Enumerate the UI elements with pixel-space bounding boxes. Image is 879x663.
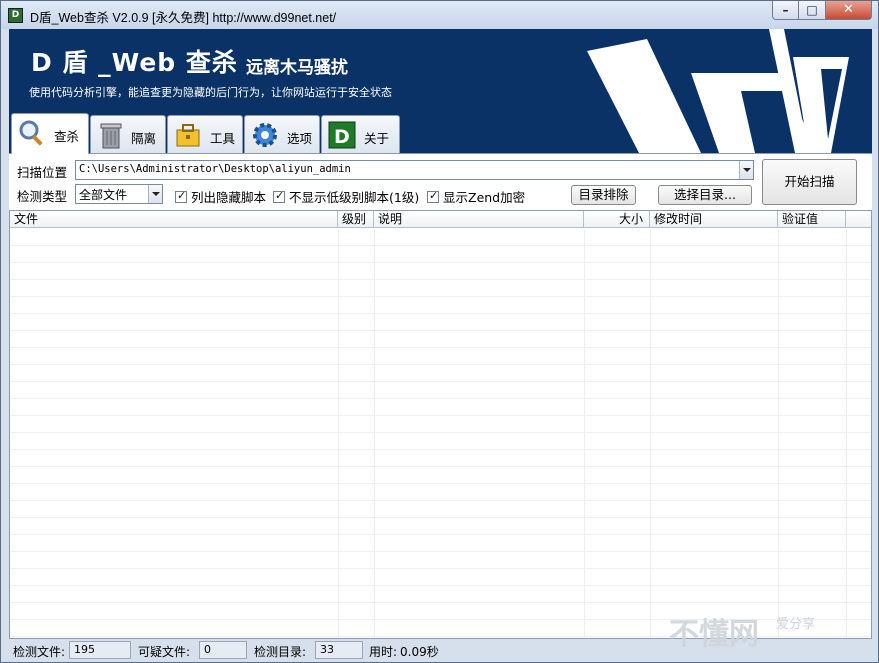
status-time-value: 0.09秒 (400, 645, 439, 659)
column-divider (584, 229, 585, 638)
minimize-button[interactable]: – (772, 1, 799, 20)
column-header-modified[interactable]: 修改时间 (650, 211, 778, 228)
scan-type-value: 全部文件 (79, 188, 128, 202)
column-header-level[interactable]: 级别 (338, 211, 374, 228)
d-logo-icon: D (328, 121, 356, 149)
tab-scan[interactable]: 查杀 (11, 113, 89, 154)
scan-path-label: 扫描位置 (17, 165, 68, 180)
checkmark-icon: ✓ (429, 188, 439, 202)
watermark-small: 爱分享 (776, 617, 816, 632)
checkbox-box[interactable]: ✓ (175, 188, 187, 203)
checkbox-list-hidden[interactable]: ✓ 列出隐藏脚本 (175, 187, 266, 206)
maximize-icon: □ (806, 3, 818, 17)
checkmark-icon: ✓ (177, 188, 187, 202)
results-table[interactable]: 文件 级别 说明 大小 修改时间 验证值 (9, 210, 872, 639)
chevron-down-icon[interactable] (148, 185, 162, 203)
status-dirs-value: 33 (315, 641, 363, 659)
checkbox-list-hidden-label: 列出隐藏脚本 (191, 190, 267, 205)
tab-scan-label: 查杀 (54, 129, 80, 144)
checkmark-icon: ✓ (275, 188, 285, 202)
title-bar[interactable]: D D盾_Web查杀 V2.0.9 [永久免费] http://www.d99n… (1, 1, 878, 29)
status-suspicious-value: 0 (199, 641, 247, 659)
minimize-icon: – (782, 3, 789, 17)
column-header-hash[interactable]: 验证值 (778, 211, 846, 228)
scan-type-select[interactable]: 全部文件 (75, 184, 163, 204)
status-files-value: 195 (69, 641, 131, 659)
scan-type-label: 检测类型 (17, 189, 68, 204)
checkbox-show-zend-label: 显示Zend加密 (443, 190, 526, 205)
status-time-label: 用时: (369, 645, 398, 659)
tab-about[interactable]: D 关于 (321, 115, 400, 153)
magnifier-icon (19, 120, 43, 146)
checkbox-hide-lowlevel-label: 不显示低级别脚本(1级) (289, 190, 420, 205)
tab-tools-label: 工具 (210, 131, 236, 146)
svg-text:D: D (334, 126, 350, 148)
column-header-size[interactable]: 大小 (584, 211, 650, 228)
status-suspicious-label: 可疑文件: (138, 645, 191, 659)
app-window: D D盾_Web查杀 V2.0.9 [永久免费] http://www.d99n… (0, 0, 879, 663)
checkbox-hide-lowlevel[interactable]: ✓ 不显示低级别脚本(1级) (273, 187, 419, 206)
column-divider (650, 229, 651, 638)
checkbox-box[interactable]: ✓ (427, 188, 439, 203)
banner-title: D 盾 _Web 查杀 (31, 48, 238, 77)
toolbox-icon (176, 124, 200, 147)
start-scan-button[interactable]: 开始扫描 (762, 159, 857, 205)
gear-icon (253, 123, 277, 147)
trash-bin-icon (100, 123, 122, 149)
scan-options-panel: 扫描位置 C:\Users\Administrator\Desktop\aliy… (9, 153, 872, 210)
status-dirs-label: 检测目录: (254, 645, 307, 659)
banner-description: 使用代码分析引擎，能追查更为隐藏的后门行为，让你网站运行于安全状态 (29, 86, 392, 99)
tab-quarantine[interactable]: 隔离 (90, 115, 166, 153)
tab-options[interactable]: 选项 (244, 115, 320, 153)
tab-about-label: 关于 (364, 131, 390, 146)
checkbox-box[interactable]: ✓ (273, 188, 285, 203)
chevron-down-icon[interactable] (739, 161, 753, 179)
d-shield-app-icon: D (8, 8, 23, 23)
column-header-description[interactable]: 说明 (374, 211, 584, 228)
close-button[interactable]: ✕ (826, 1, 872, 20)
maximize-button[interactable]: □ (799, 1, 826, 20)
table-body (10, 229, 871, 638)
column-divider (374, 229, 375, 638)
scan-path-combobox[interactable]: C:\Users\Administrator\Desktop\aliyun_ad… (75, 160, 754, 180)
select-dir-button[interactable]: 选择目录... (658, 185, 752, 205)
exclude-dirs-button[interactable]: 目录排除 (571, 185, 636, 205)
tab-options-label: 选项 (287, 131, 313, 146)
table-header: 文件 级别 说明 大小 修改时间 验证值 (10, 211, 871, 228)
column-divider (846, 229, 847, 638)
status-files-label: 检测文件: (13, 645, 66, 659)
column-divider (778, 229, 779, 638)
tab-quarantine-label: 隔离 (131, 131, 157, 146)
close-icon: ✕ (843, 2, 854, 17)
checkbox-show-zend[interactable]: ✓ 显示Zend加密 (427, 187, 525, 206)
column-header-file[interactable]: 文件 (10, 211, 338, 228)
d-shield-logo-icon (587, 29, 849, 153)
column-divider (338, 229, 339, 638)
window-title: D盾_Web查杀 V2.0.9 [永久免费] http://www.d99net… (30, 11, 337, 25)
scan-path-value: C:\Users\Administrator\Desktop\aliyun_ad… (79, 163, 351, 175)
banner-slogan: 远离木马骚扰 (246, 58, 348, 78)
watermark: 不懂网 (669, 617, 759, 652)
window-controls: – □ ✕ (772, 1, 872, 21)
tab-tools[interactable]: 工具 (167, 115, 243, 153)
